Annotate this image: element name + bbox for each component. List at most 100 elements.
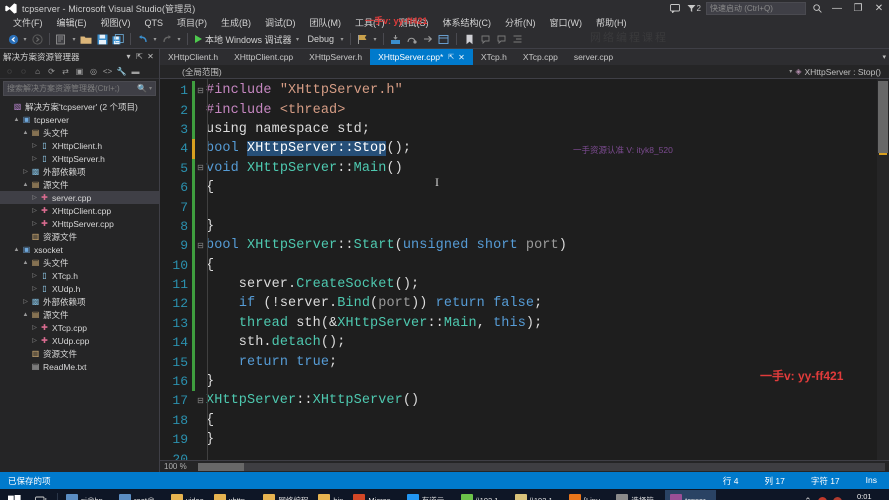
- refresh-icon[interactable]: ⟳: [45, 65, 58, 78]
- start-debug-button[interactable]: 本地 Windows 调试器 ▾: [193, 33, 303, 46]
- menu-item-10[interactable]: 体系结构(C): [436, 17, 499, 30]
- windows-start-icon[interactable]: [0, 489, 28, 500]
- uncomment-icon[interactable]: [494, 32, 508, 47]
- code-line-6[interactable]: 6{: [160, 177, 889, 198]
- vertical-scrollbar-thumb[interactable]: [878, 81, 888, 153]
- back-icon[interactable]: ◌: [3, 65, 16, 78]
- expander-icon[interactable]: ▲: [21, 182, 30, 188]
- collapse-all-icon[interactable]: ▣: [73, 65, 86, 78]
- show-all-files-icon[interactable]: ◎: [87, 65, 100, 78]
- expander-icon[interactable]: ▲: [12, 117, 21, 123]
- comment-icon[interactable]: [478, 32, 492, 47]
- expander-icon[interactable]: ▷: [30, 272, 39, 279]
- tree-item-14[interactable]: ▷ ▯ XUdp.h: [0, 282, 159, 295]
- tab-overflow-button[interactable]: ▾: [882, 49, 889, 65]
- close-button[interactable]: ✕: [871, 2, 887, 15]
- bookmark-icon[interactable]: [462, 32, 476, 47]
- configuration-combo[interactable]: Debug: [305, 34, 338, 44]
- record-icon-2[interactable]: [832, 496, 842, 500]
- code-editor[interactable]: 1 ⊟ #include "XHttpServer.h" 2 #include <thr…: [160, 79, 889, 460]
- expander-icon[interactable]: ▲: [21, 312, 30, 318]
- search-icon[interactable]: 🔍: [137, 84, 147, 93]
- tree-item-13[interactable]: ▷ ▯ XTcp.h: [0, 269, 159, 282]
- new-dropdown-icon[interactable]: ▾: [71, 36, 77, 43]
- editor-tab-2[interactable]: XHttpServer.h: [301, 49, 371, 65]
- preview-icon[interactable]: ▬: [129, 65, 142, 78]
- expander-icon[interactable]: ▷: [21, 168, 30, 175]
- expander-icon[interactable]: ▷: [30, 285, 39, 292]
- redo-icon[interactable]: [160, 32, 174, 47]
- tree-item-5[interactable]: ▷ ▩ 外部依赖项: [0, 165, 159, 178]
- menu-item-6[interactable]: 调试(D): [258, 17, 303, 30]
- zoom-level[interactable]: 100 %: [164, 462, 198, 471]
- close-icon[interactable]: ✕: [458, 53, 465, 62]
- taskbar-item-2[interactable]: video: [166, 490, 209, 500]
- code-line-12[interactable]: 12 if (!server.Bind(port)) return false;: [160, 294, 889, 314]
- taskbar-item-3[interactable]: xhttp ...: [209, 490, 259, 500]
- task-view-icon[interactable]: [28, 489, 54, 500]
- taskbar-item-10[interactable]: [Linu...: [564, 490, 612, 500]
- undo-dropdown-icon[interactable]: ▾: [152, 36, 158, 43]
- close-icon[interactable]: ✕: [145, 52, 156, 61]
- tree-item-11[interactable]: ▲ ▣ xsocket: [0, 243, 159, 256]
- wrench-icon[interactable]: 🔧: [115, 65, 128, 78]
- code-line-1[interactable]: 1 ⊟ #include "XHttpServer.h": [160, 81, 889, 101]
- tree-item-18[interactable]: ▷ ✚ XUdp.cpp: [0, 334, 159, 347]
- tree-item-9[interactable]: ▷ ✚ XHttpServer.cpp: [0, 217, 159, 230]
- save-all-icon[interactable]: [111, 32, 125, 47]
- code-line-5[interactable]: 5 ⊟ void XHttpServer::Main(): [160, 158, 889, 178]
- indent-icon[interactable]: [510, 32, 524, 47]
- expander-icon[interactable]: ▲: [12, 247, 21, 253]
- save-icon[interactable]: [95, 32, 109, 47]
- horizontal-scrollbar[interactable]: [198, 462, 885, 471]
- editor-tab-3[interactable]: XHttpServer.cpp* ⇱ ✕: [370, 49, 473, 65]
- collapse-region-icon[interactable]: ⊟: [195, 86, 206, 96]
- forward-icon[interactable]: ◌: [17, 65, 30, 78]
- open-file-icon[interactable]: [79, 32, 93, 47]
- editor-tab-1[interactable]: XHttpClient.cpp: [226, 49, 302, 65]
- back-dropdown-icon[interactable]: ▾: [22, 36, 28, 43]
- chevron-up-icon[interactable]: ⌃: [804, 496, 812, 500]
- chevron-down-icon[interactable]: ▾: [123, 52, 134, 61]
- editor-tab-4[interactable]: XTcp.h: [472, 49, 515, 65]
- minimize-button[interactable]: —: [829, 2, 845, 15]
- expander-icon[interactable]: ▷: [30, 194, 39, 201]
- notification-flag-icon[interactable]: 2: [687, 4, 701, 13]
- taskbar-item-0[interactable]: pi@bp...: [61, 490, 114, 500]
- code-line-11[interactable]: 11 server.CreateSocket();: [160, 274, 889, 295]
- step-into-icon[interactable]: [389, 32, 403, 47]
- scope-dropdown[interactable]: (全局范围): [160, 66, 222, 78]
- menu-item-3[interactable]: QTS: [138, 17, 171, 30]
- tree-item-2[interactable]: ▲ ▤ 头文件: [0, 126, 159, 139]
- step-out-icon[interactable]: [421, 32, 435, 47]
- code-line-7[interactable]: 7: [160, 197, 889, 217]
- tree-item-20[interactable]: ▤ ReadMe.txt: [0, 360, 159, 373]
- expander-icon[interactable]: ▲: [21, 130, 30, 136]
- menu-item-11[interactable]: 分析(N): [498, 17, 543, 30]
- tree-item-16[interactable]: ▲ ▤ 源文件: [0, 308, 159, 321]
- expander-icon[interactable]: ▷: [30, 220, 39, 227]
- member-dropdown[interactable]: ▾ ◈ XHttpServer : Stop(): [789, 67, 889, 77]
- sync-icon[interactable]: ⇄: [59, 65, 72, 78]
- new-project-icon[interactable]: [55, 32, 69, 47]
- navigate-back-icon[interactable]: [6, 32, 20, 47]
- code-line-14[interactable]: 14 sth.detach();: [160, 333, 889, 353]
- code-line-8[interactable]: 8}: [160, 216, 889, 237]
- taskbar-item-5[interactable]: bin: [313, 490, 348, 500]
- clock[interactable]: 0:01 2017/2/24: [848, 492, 884, 500]
- pin-icon[interactable]: ⇱: [448, 53, 454, 61]
- keyboard-icon[interactable]: ▬: [789, 496, 798, 500]
- record-icon[interactable]: [817, 496, 827, 500]
- taskbar-item-11[interactable]: 选择管...: [611, 490, 665, 500]
- menu-item-0[interactable]: 文件(F): [6, 17, 50, 30]
- tree-item-3[interactable]: ▷ ▯ XHttpClient.h: [0, 139, 159, 152]
- tree-item-8[interactable]: ▷ ✚ XHttpClient.cpp: [0, 204, 159, 217]
- search-icon[interactable]: [811, 2, 824, 15]
- tree-item-12[interactable]: ▲ ▤ 头文件: [0, 256, 159, 269]
- start-debug-dropdown-icon[interactable]: ▾: [295, 36, 301, 43]
- tree-item-10[interactable]: ▥ 资源文件: [0, 230, 159, 243]
- collapse-region-icon[interactable]: ⊟: [195, 163, 206, 173]
- pin-icon[interactable]: ⇱: [134, 52, 145, 61]
- editor-tab-0[interactable]: XHttpClient.h: [160, 49, 227, 65]
- code-line-10[interactable]: 10{: [160, 255, 889, 275]
